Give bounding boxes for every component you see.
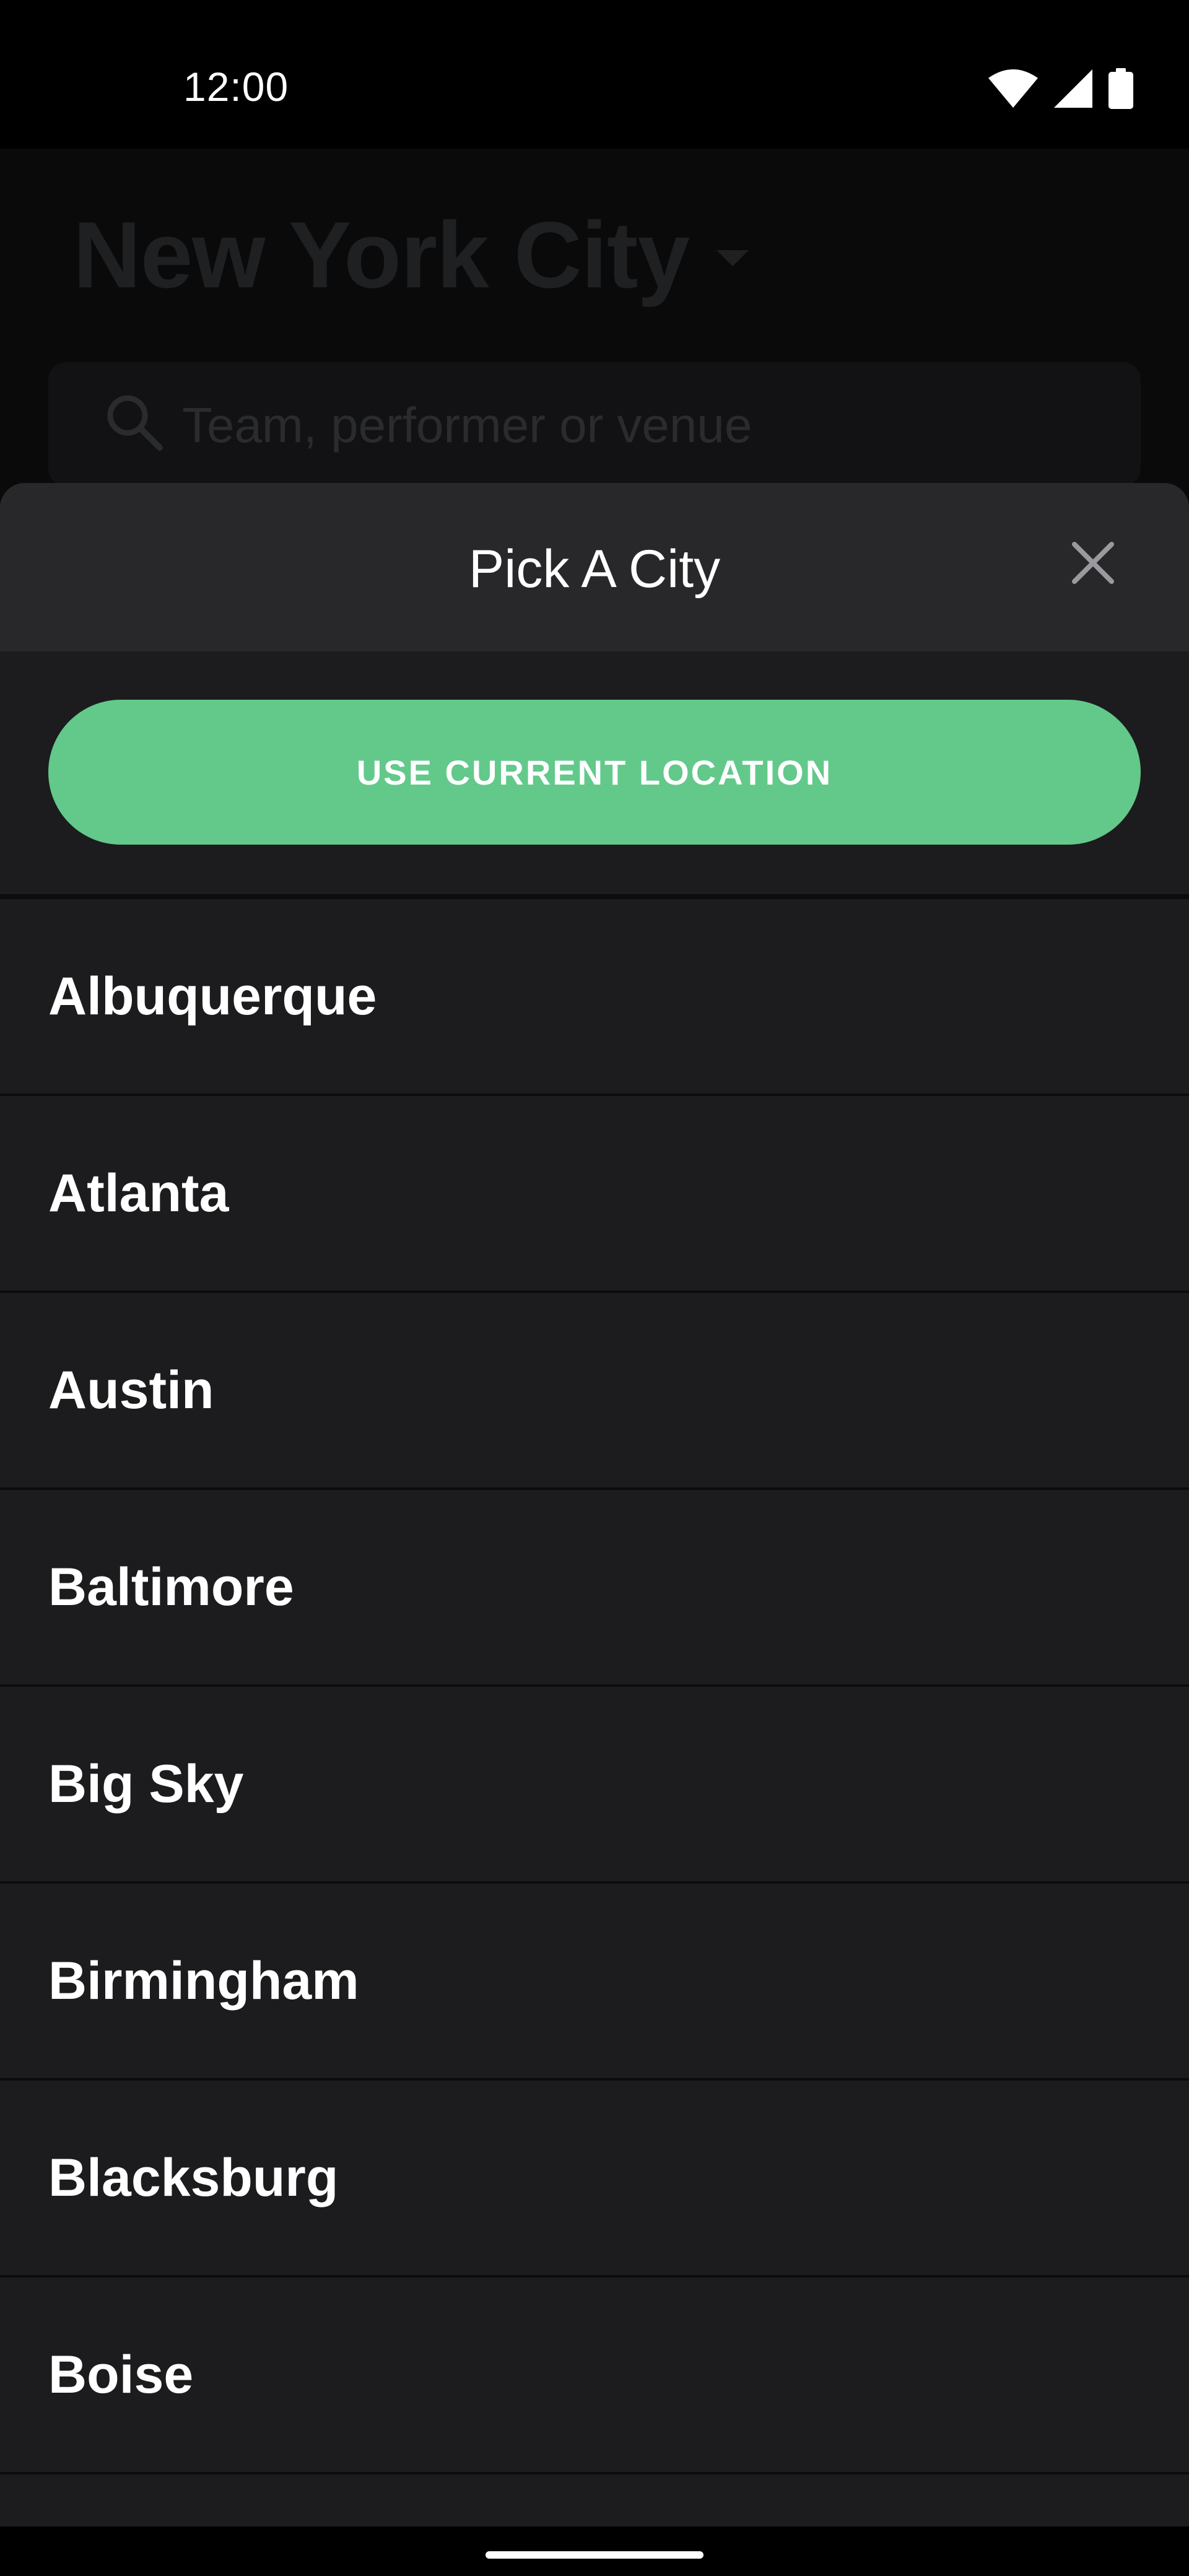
use-current-location-button[interactable]: USE CURRENT LOCATION — [48, 700, 1141, 845]
city-label: Birmingham — [48, 1951, 359, 2011]
city-item-blacksburg[interactable]: Blacksburg — [0, 2081, 1189, 2278]
status-bar: 12:00 — [0, 0, 1189, 149]
city-item-boise[interactable]: Boise — [0, 2278, 1189, 2474]
divider — [0, 894, 1189, 899]
status-time: 12:00 — [183, 64, 289, 110]
status-icons — [988, 67, 1133, 112]
city-item-big-sky[interactable]: Big Sky — [0, 1687, 1189, 1884]
battery-icon — [1108, 67, 1133, 112]
page-title: New York City — [73, 202, 690, 308]
city-list: Albuquerque Atlanta Austin Baltimore Big… — [0, 899, 1189, 2474]
city-label: Albuquerque — [48, 966, 377, 1026]
home-indicator[interactable] — [486, 2551, 703, 2559]
city-item-austin[interactable]: Austin — [0, 1293, 1189, 1490]
city-label: Austin — [48, 1360, 214, 1420]
search-icon — [103, 391, 165, 456]
city-label: Big Sky — [48, 1754, 244, 1814]
city-label: Blacksburg — [48, 2147, 339, 2208]
close-button[interactable] — [1053, 524, 1133, 604]
city-selector: New York City — [73, 201, 749, 310]
city-label: Baltimore — [48, 1557, 294, 1617]
city-picker-sheet: Pick A City USE CURRENT LOCATION Albuque… — [0, 483, 1189, 2526]
search-placeholder: Team, performer or venue — [182, 398, 752, 453]
wifi-icon — [988, 69, 1038, 111]
city-label: Atlanta — [48, 1163, 229, 1223]
close-icon — [1071, 541, 1115, 588]
city-item-birmingham[interactable]: Birmingham — [0, 1884, 1189, 2081]
city-item-baltimore[interactable]: Baltimore — [0, 1490, 1189, 1687]
search-bar: Team, performer or venue — [48, 362, 1141, 486]
sheet-header: Pick A City — [0, 483, 1189, 651]
signal-icon — [1054, 69, 1092, 111]
sheet-title: Pick A City — [468, 539, 721, 599]
caret-down-icon — [716, 250, 749, 266]
city-label: Boise — [48, 2344, 194, 2404]
city-item-albuquerque[interactable]: Albuquerque — [0, 899, 1189, 1096]
city-item-atlanta[interactable]: Atlanta — [0, 1096, 1189, 1293]
navigation-bar — [0, 2526, 1189, 2576]
